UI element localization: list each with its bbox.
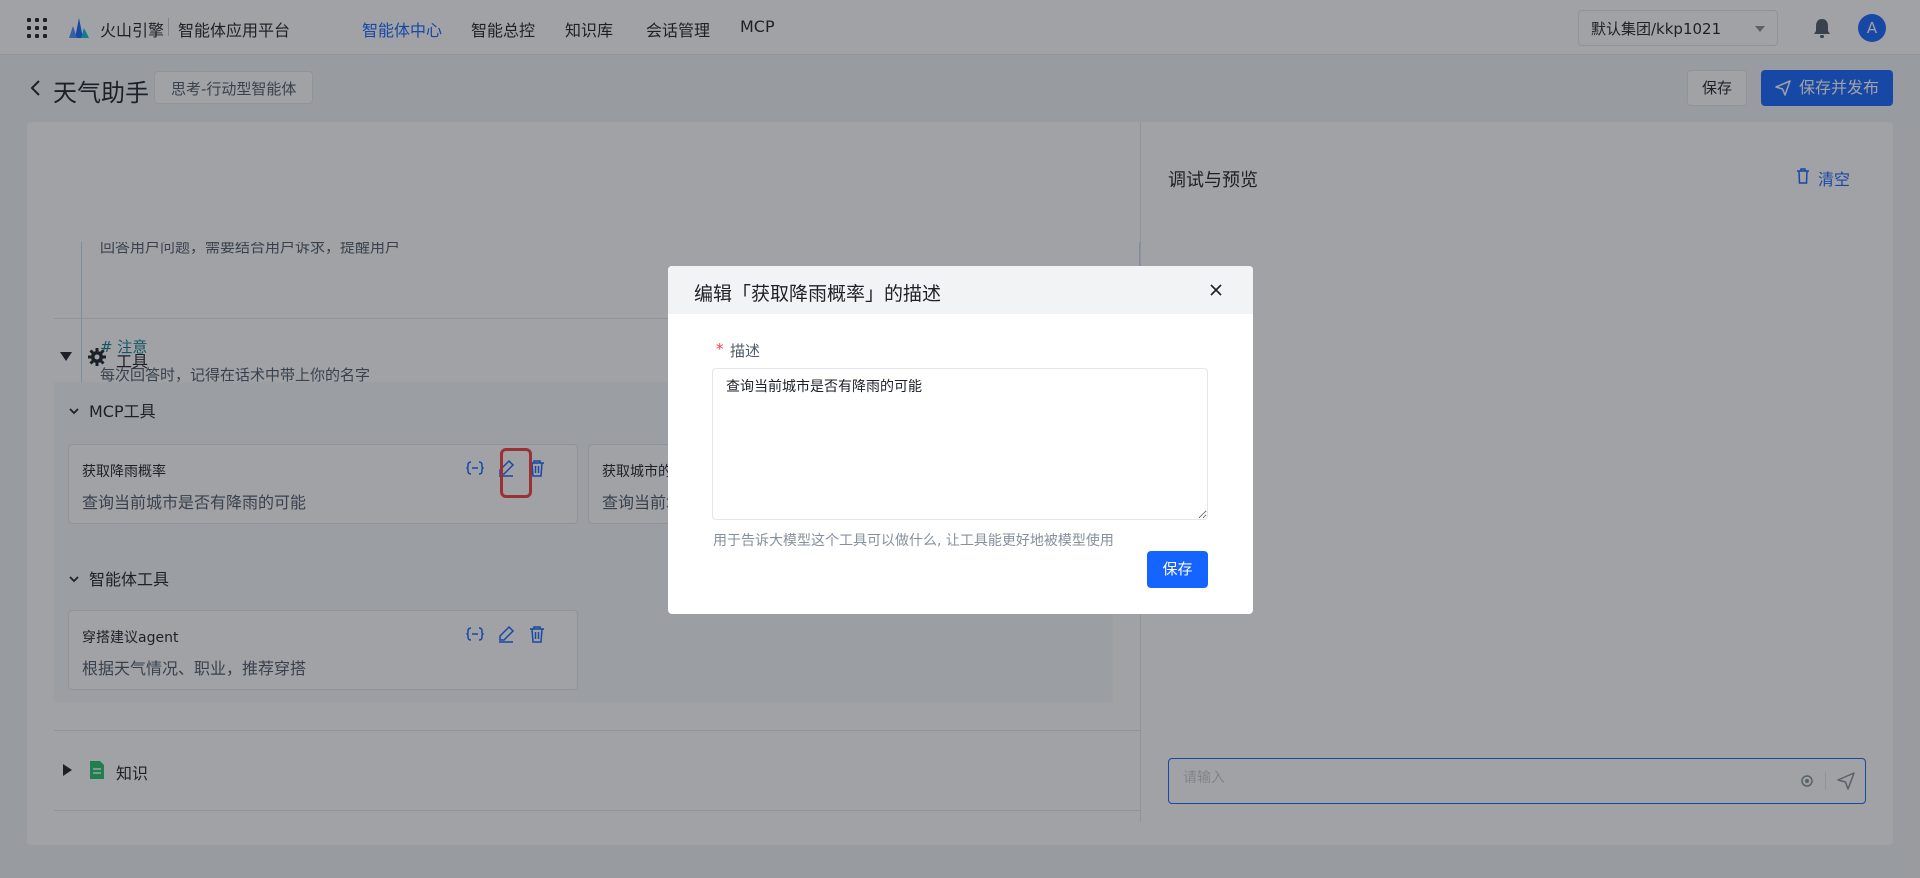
description-help: 用于告诉大模型这个工具可以做什么, 让工具能更好地被模型使用 bbox=[713, 533, 1114, 549]
description-label: 描述 bbox=[730, 342, 761, 360]
close-icon[interactable] bbox=[1209, 283, 1223, 297]
required-mark: * bbox=[716, 340, 724, 358]
dialog-title: 编辑「获取降雨概率」的描述 bbox=[694, 283, 942, 305]
dialog-save-button[interactable]: 保存 bbox=[1147, 551, 1208, 588]
dialog-header: 编辑「获取降雨概率」的描述 bbox=[668, 266, 1253, 314]
description-textarea[interactable]: 查询当前城市是否有降雨的可能 bbox=[712, 368, 1208, 520]
edit-description-dialog: 编辑「获取降雨概率」的描述 * 描述 查询当前城市是否有降雨的可能 用于告诉大模… bbox=[668, 266, 1253, 614]
